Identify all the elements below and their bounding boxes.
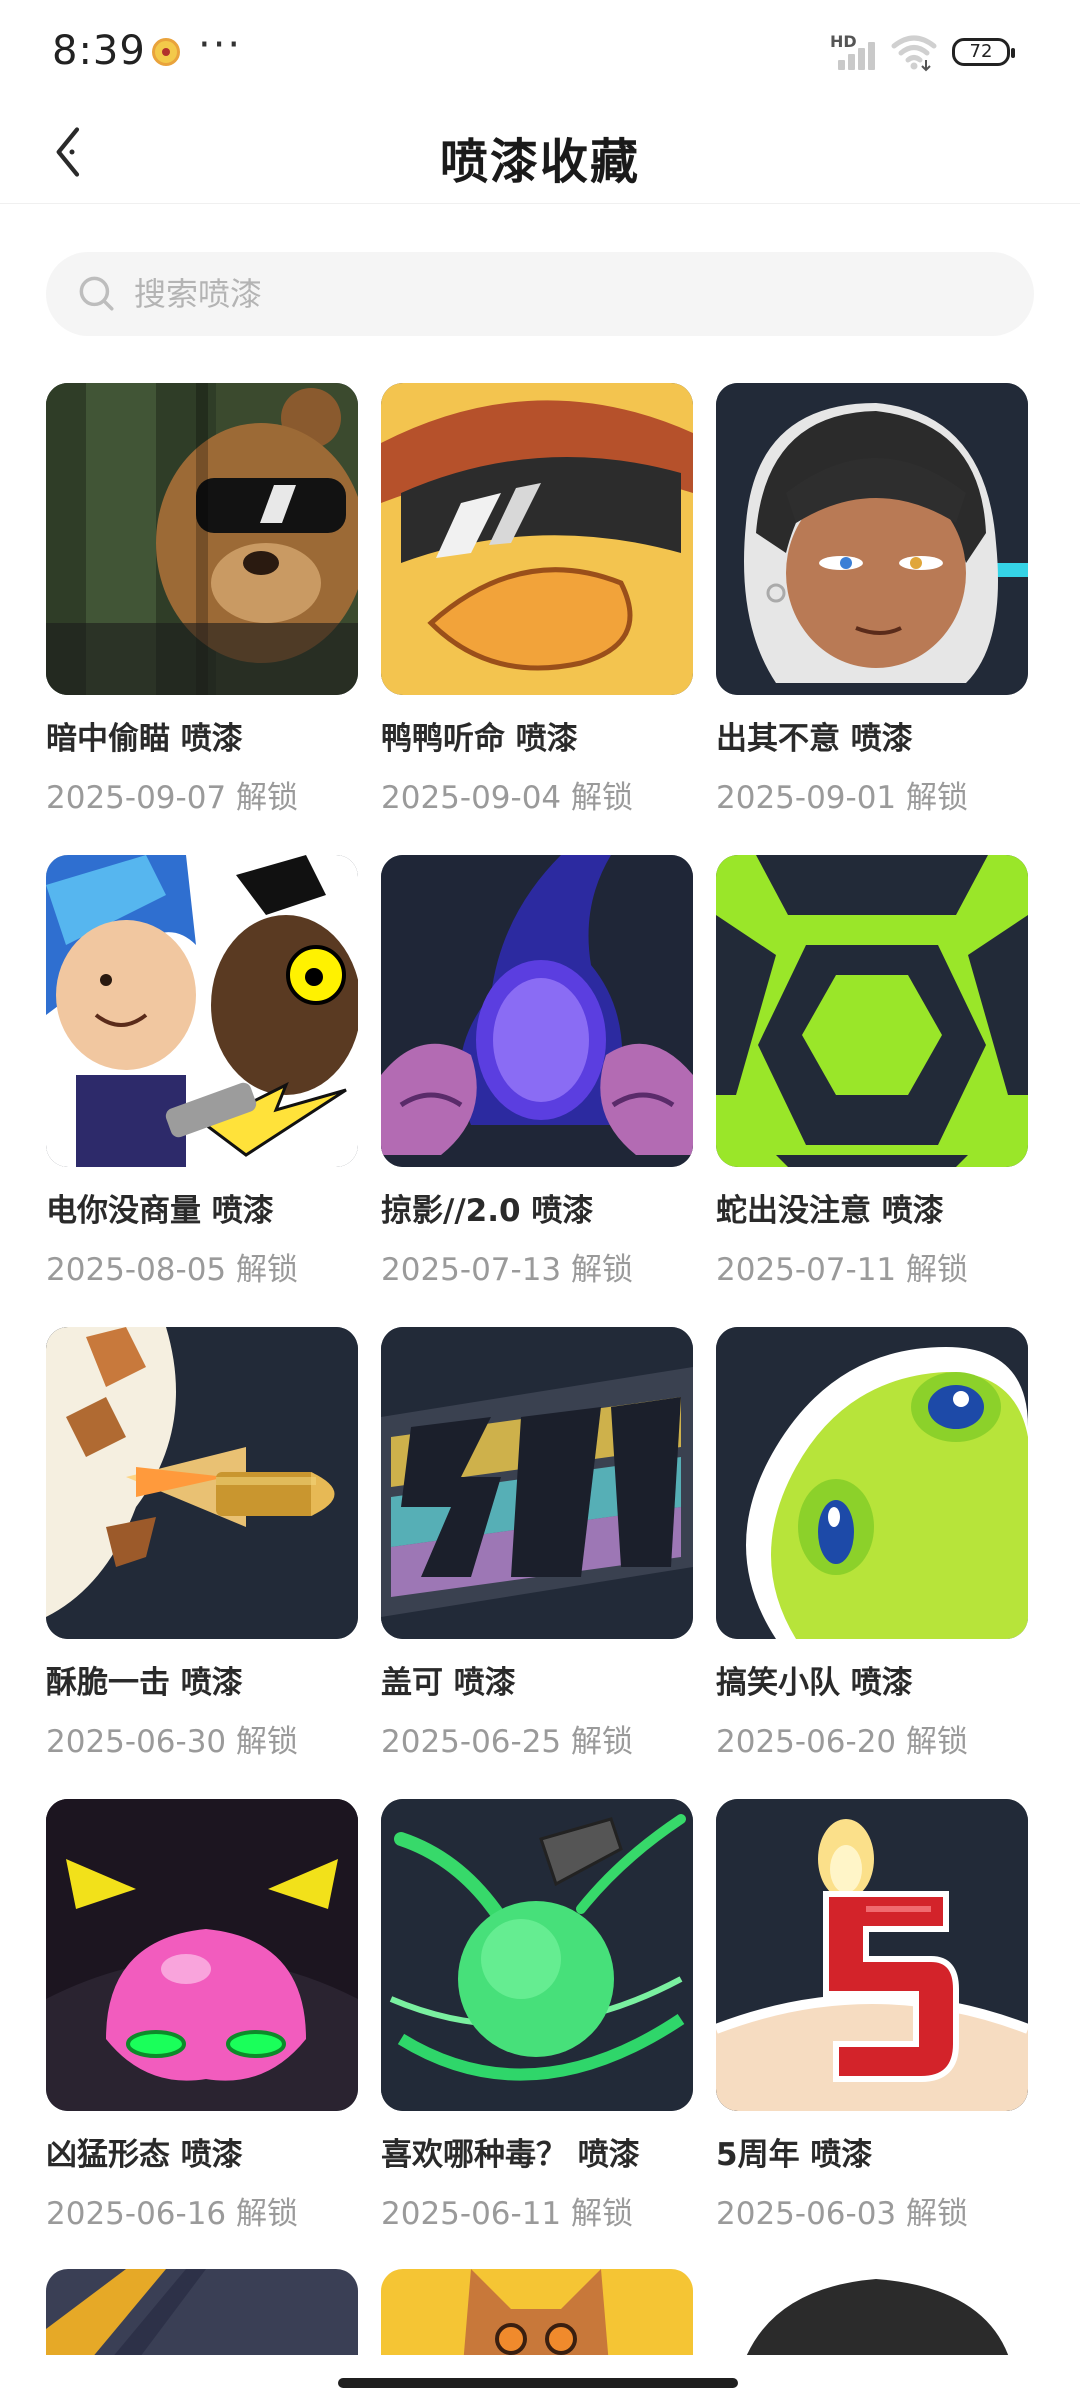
- spray-unlock-date: 2025-06-11 解锁: [381, 2196, 634, 2232]
- wifi-icon: [890, 30, 938, 72]
- spray-grid: 暗中偷瞄 喷漆 2025-09-07 解锁 鸭鸭听命 喷漆 2025-09-04…: [46, 383, 1036, 2271]
- spray-title: 凶猛形态 喷漆: [46, 2137, 243, 2173]
- agent-portrait-art: [716, 383, 1028, 695]
- cellular-signal-icon: HD: [830, 32, 882, 72]
- spray-title: 5周年 喷漆: [716, 2137, 873, 2173]
- green-blob-art: [716, 1327, 1028, 1639]
- search-bar[interactable]: [46, 252, 1034, 336]
- spray-title: 喜欢哪种毒？ 喷漆: [381, 2137, 640, 2173]
- spray-thumbnail[interactable]: [46, 1799, 358, 2111]
- spray-card[interactable]: 凶猛形态 喷漆 2025-06-16 解锁: [46, 1799, 358, 2271]
- spray-thumbnail[interactable]: [46, 1327, 358, 1639]
- home-indicator[interactable]: [338, 2378, 738, 2388]
- spray-card[interactable]: 蛇出没注意 喷漆 2025-07-11 解锁: [716, 855, 1028, 1327]
- spray-title: 酥脆一击 喷漆: [46, 1665, 243, 1701]
- spray-card[interactable]: 5周年 喷漆 2025-06-03 解锁: [716, 1799, 1028, 2271]
- spray-unlock-date: 2025-06-16 解锁: [46, 2196, 299, 2232]
- spray-title: 掠影//2.0 喷漆: [381, 1193, 594, 1229]
- spray-unlock-date: 2025-06-30 解锁: [46, 1724, 299, 1760]
- electric-duo-art: [46, 855, 358, 1167]
- partial-spray-art: [46, 2269, 358, 2355]
- purple-orb-art: [381, 855, 693, 1167]
- graffiti-text-art: [381, 1327, 693, 1639]
- spray-card[interactable]: 搞笑小队 喷漆 2025-06-20 解锁: [716, 1327, 1028, 1799]
- spray-unlock-date: 2025-06-25 解锁: [381, 1724, 634, 1760]
- bullet-art: [46, 1327, 358, 1639]
- spray-card[interactable]: 掠影//2.0 喷漆 2025-07-13 解锁: [381, 855, 693, 1327]
- partial-spray-art: [716, 2269, 1028, 2355]
- spray-card[interactable]: 盖可 喷漆 2025-06-25 解锁: [381, 1327, 693, 1799]
- status-bar: 8:39 ··· HD 72: [0, 0, 1080, 100]
- more-notifications-icon: ···: [198, 22, 243, 68]
- search-input[interactable]: [134, 275, 1034, 313]
- green-hexagon-art: [716, 855, 1028, 1167]
- spray-thumbnail[interactable]: [46, 855, 358, 1167]
- duck-sunglasses-art: [381, 383, 693, 695]
- spray-title: 电你没商量 喷漆: [46, 1193, 274, 1229]
- spray-unlock-date: 2025-09-01 解锁: [716, 780, 969, 816]
- spray-thumbnail[interactable]: [381, 1327, 693, 1639]
- top-nav-bar: 喷漆收藏: [0, 100, 1080, 204]
- spray-thumbnail[interactable]: [381, 383, 693, 695]
- network-type-label: HD: [830, 32, 857, 51]
- spray-grid-next-row: [46, 2269, 1036, 2355]
- spray-title: 鸭鸭听命 喷漆: [381, 721, 578, 757]
- pink-blob-art: [46, 1799, 358, 2111]
- spray-title: 盖可 喷漆: [381, 1665, 516, 1701]
- spray-card[interactable]: 出其不意 喷漆 2025-09-01 解锁: [716, 383, 1028, 855]
- spray-card[interactable]: 暗中偷瞄 喷漆 2025-09-07 解锁: [46, 383, 358, 855]
- spray-thumbnail[interactable]: [46, 383, 358, 695]
- battery-icon: 72: [952, 38, 1015, 66]
- spray-card[interactable]: 鸭鸭听命 喷漆 2025-09-04 解锁: [381, 383, 693, 855]
- bear-sunglasses-art: [46, 383, 358, 695]
- spray-thumbnail[interactable]: [381, 855, 693, 1167]
- spray-thumbnail[interactable]: [716, 1799, 1028, 2111]
- spray-unlock-date: 2025-09-07 解锁: [46, 780, 299, 816]
- green-orb-art: [381, 1799, 693, 2111]
- spray-thumbnail[interactable]: [716, 1327, 1028, 1639]
- partial-spray-art: [381, 2269, 693, 2355]
- spray-unlock-date: 2025-09-04 解锁: [381, 780, 634, 816]
- spray-thumbnail[interactable]: [716, 855, 1028, 1167]
- spray-unlock-date: 2025-07-13 解锁: [381, 1252, 634, 1288]
- spray-card[interactable]: 酥脆一击 喷漆 2025-06-30 解锁: [46, 1327, 358, 1799]
- spray-card[interactable]: 喜欢哪种毒？ 喷漆 2025-06-11 解锁: [381, 1799, 693, 2271]
- spray-title: 蛇出没注意 喷漆: [716, 1193, 944, 1229]
- spray-unlock-date: 2025-06-03 解锁: [716, 2196, 969, 2232]
- status-time: 8:39: [52, 28, 146, 74]
- spray-unlock-date: 2025-08-05 解锁: [46, 1252, 299, 1288]
- spray-title: 搞笑小队 喷漆: [716, 1665, 913, 1701]
- page-title: 喷漆收藏: [439, 134, 640, 190]
- spray-thumbnail[interactable]: [46, 2269, 358, 2355]
- birthday-candle-art: [716, 1799, 1028, 2111]
- app-notification-icon: [152, 38, 180, 66]
- spray-thumbnail[interactable]: [716, 383, 1028, 695]
- spray-title: 暗中偷瞄 喷漆: [46, 721, 243, 757]
- spray-thumbnail[interactable]: [381, 2269, 693, 2355]
- spray-thumbnail[interactable]: [716, 2269, 1028, 2355]
- spray-title: 出其不意 喷漆: [716, 721, 913, 757]
- spray-unlock-date: 2025-06-20 解锁: [716, 1724, 969, 1760]
- spray-card[interactable]: 电你没商量 喷漆 2025-08-05 解锁: [46, 855, 358, 1327]
- spray-collection-screen: 8:39 ··· HD 72 喷漆收藏 搜索喷漆 暗中偷瞄 喷漆 2025-09…: [0, 0, 1080, 2400]
- spray-unlock-date: 2025-07-11 解锁: [716, 1252, 969, 1288]
- spray-thumbnail[interactable]: [381, 1799, 693, 2111]
- search-icon: [74, 271, 120, 317]
